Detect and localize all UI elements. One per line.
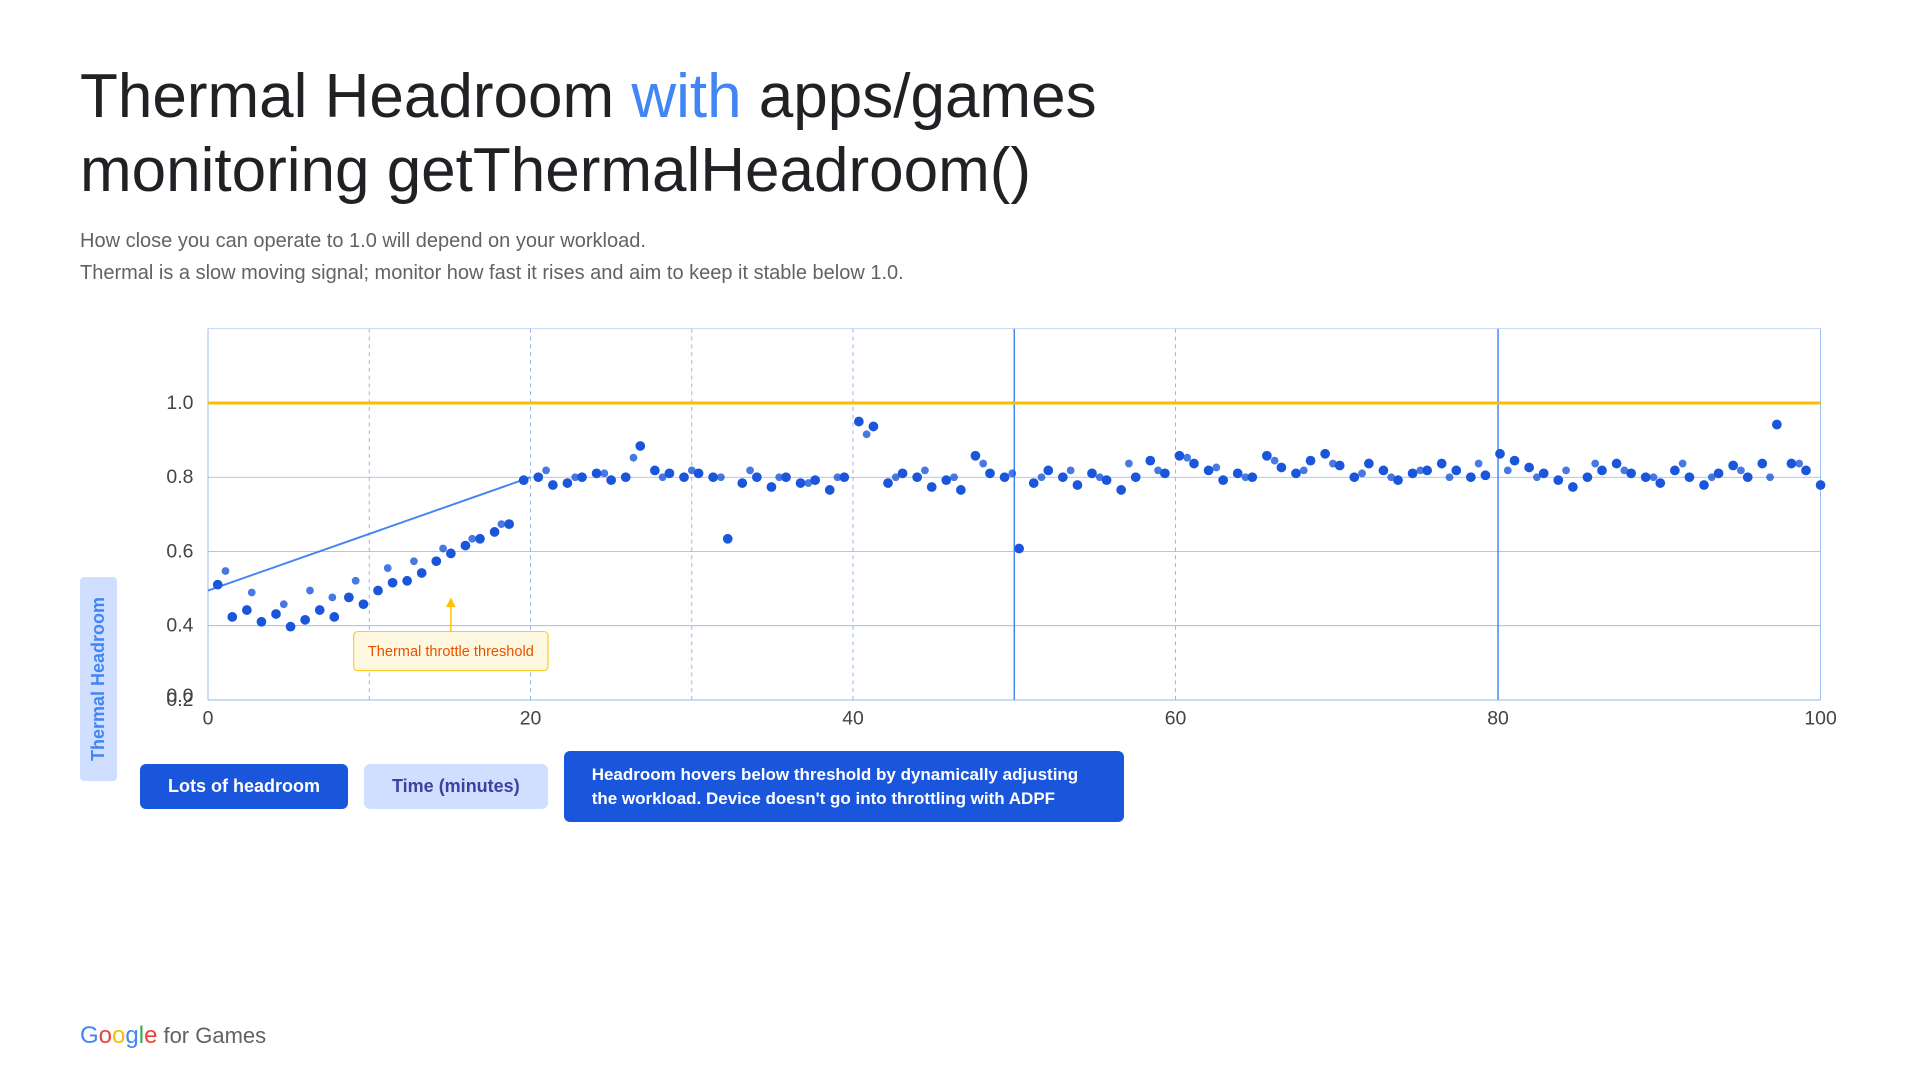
chart-svg-container: 1.0 0.8 0.6 0.4 0.2 0 20 40 60 80 100 xyxy=(140,319,1840,739)
g-letter-o1: o xyxy=(99,1022,112,1049)
time-minutes-label: Time (minutes) xyxy=(364,764,548,809)
svg-text:0.8: 0.8 xyxy=(166,466,193,488)
svg-text:0.0: 0.0 xyxy=(166,685,193,707)
lots-headroom-label: Lots of headroom xyxy=(140,764,348,809)
svg-text:80: 80 xyxy=(1487,707,1509,729)
g-letter-g: g xyxy=(125,1022,138,1049)
google-logo: Google for Games xyxy=(80,1022,266,1050)
subtitle-section: How close you can operate to 1.0 will de… xyxy=(80,225,1840,289)
y-axis-label-container: Thermal Headroom xyxy=(80,319,130,1040)
main-container: Thermal Headroom with apps/games monitor… xyxy=(0,0,1920,1080)
chart-svg: 1.0 0.8 0.6 0.4 0.2 0 20 40 60 80 100 xyxy=(140,319,1840,739)
svg-text:100: 100 xyxy=(1804,707,1837,729)
bottom-labels: Lots of headroom Time (minutes) Headroom… xyxy=(140,751,1840,823)
title-line2: monitoring getThermalHeadroom() xyxy=(80,136,1031,205)
svg-text:0: 0 xyxy=(203,707,214,729)
svg-text:1.0: 1.0 xyxy=(166,392,193,414)
google-text: Google xyxy=(80,1022,157,1050)
title-text-2: apps/games xyxy=(742,62,1097,131)
svg-text:Thermal throttle threshold: Thermal throttle threshold xyxy=(368,644,534,660)
svg-text:60: 60 xyxy=(1165,707,1187,729)
y-axis-label: Thermal Headroom xyxy=(80,577,117,781)
svg-text:20: 20 xyxy=(520,707,542,729)
svg-text:0.6: 0.6 xyxy=(166,540,193,562)
for-games-text: for Games xyxy=(163,1023,266,1049)
subtitle-line1: How close you can operate to 1.0 will de… xyxy=(80,225,1840,257)
svg-text:40: 40 xyxy=(842,707,864,729)
chart-area: Thermal Headroom xyxy=(80,319,1840,1040)
g-letter-o2: o xyxy=(112,1022,125,1049)
chart-wrapper: 1.0 0.8 0.6 0.4 0.2 0 20 40 60 80 100 xyxy=(140,319,1840,1040)
headroom-hovers-label: Headroom hovers below threshold by dynam… xyxy=(564,751,1124,823)
title-with: with xyxy=(631,62,741,131)
subtitle-line2: Thermal is a slow moving signal; monitor… xyxy=(80,257,1840,289)
g-letter-G: G xyxy=(80,1022,99,1049)
svg-text:0.4: 0.4 xyxy=(166,614,193,636)
title-section: Thermal Headroom with apps/games monitor… xyxy=(80,60,1840,289)
title-text-1: Thermal Headroom xyxy=(80,62,631,131)
g-letter-e: e xyxy=(144,1022,157,1049)
main-title: Thermal Headroom with apps/games monitor… xyxy=(80,60,1840,209)
